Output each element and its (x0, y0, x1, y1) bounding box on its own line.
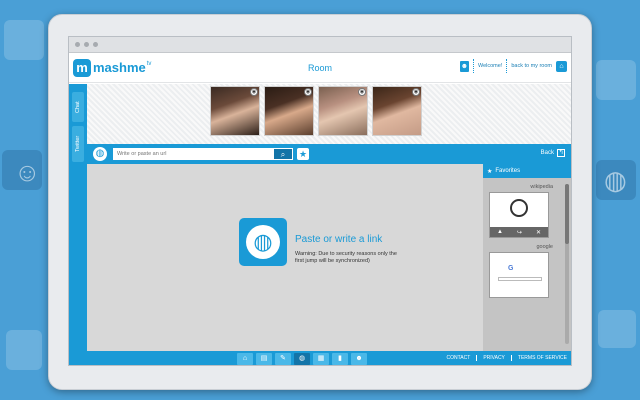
participant-video[interactable]: ◉ (210, 86, 260, 136)
participant-strip: ◉ ◉ ◉ ◉ (87, 84, 571, 144)
background-tile (598, 310, 636, 348)
header-actions: ☻ Welcome! back to my room ⌂ (459, 59, 567, 73)
contact-link[interactable]: CONTACT (447, 355, 471, 361)
tab-chat[interactable]: Chat (72, 92, 84, 122)
back-button[interactable]: Back ↰ (541, 149, 565, 157)
favorite-thumbnail[interactable]: ▲ ↪ ✕ (489, 192, 549, 238)
favorite-label: wikipedia (530, 184, 553, 190)
chat-icon: ☺ (14, 157, 41, 187)
globe-icon: ◍ (604, 165, 627, 195)
favorites-title: Favorites (495, 168, 521, 174)
favorites-header: ★ Favorites (483, 164, 571, 178)
search-icon[interactable]: ⌕ (273, 148, 293, 160)
camera-icon[interactable]: ◉ (250, 88, 258, 96)
window-dot[interactable] (75, 42, 80, 47)
privacy-link[interactable]: PRIVACY (483, 355, 505, 361)
globe-icon: ◍ (239, 218, 287, 266)
participant-video[interactable]: ◉ (318, 86, 368, 136)
favorite-controls: ▲ ↪ ✕ (490, 227, 548, 237)
camera-icon[interactable]: ◉ (358, 88, 366, 96)
divider (506, 59, 508, 73)
welcome-text: Welcome! (477, 63, 503, 69)
tab-twitter[interactable]: Twitter (72, 126, 84, 162)
background-tile (596, 60, 636, 100)
divider (476, 355, 478, 361)
divider (472, 59, 474, 73)
share-icon[interactable]: ↪ (517, 229, 522, 236)
favorites-panel: ★ Favorites wikipedia ▲ ↪ ✕ google G (483, 164, 571, 351)
logo-mark: m (73, 58, 91, 77)
participant-video[interactable]: ◉ (264, 86, 314, 136)
scrollbar[interactable] (565, 184, 569, 344)
google-logo-icon: G (508, 265, 514, 272)
camera-icon[interactable]: ◉ (412, 88, 420, 96)
chart-tool-icon[interactable]: ▮ (332, 353, 348, 365)
url-input[interactable] (113, 148, 273, 160)
empty-state-warning: Warning: Due to security reasons only th… (295, 251, 397, 264)
scrollbar-thumb[interactable] (565, 184, 569, 244)
main-area: Chat Twitter ◉ ◉ ◉ ◉ ◍ ⌕ ★ Back ↰ (69, 84, 571, 365)
side-tab-bar: Chat Twitter (69, 84, 87, 365)
background-tile (4, 20, 44, 60)
bottom-toolbar: ⌂ ▤ ✎ ◍ ▦ ▮ ☻ CONTACT PRIVACY TERMS OF S… (87, 351, 571, 365)
close-icon[interactable]: ✕ (536, 229, 541, 236)
edit-tool-icon[interactable]: ✎ (275, 353, 291, 365)
star-icon: ★ (487, 168, 493, 175)
home-tool-icon[interactable]: ⌂ (237, 353, 253, 365)
logo-superscript: tv (146, 60, 152, 67)
globe-icon[interactable]: ◍ (93, 147, 107, 161)
user-icon[interactable]: ☻ (459, 60, 469, 72)
app-header: m mashme tv Room ☻ Welcome! back to my r… (69, 53, 571, 83)
browser-chrome (69, 37, 571, 53)
participant-video[interactable]: ◉ (372, 86, 422, 136)
documents-tool-icon[interactable]: ▤ (256, 353, 272, 365)
empty-state-title: Paste or write a link (295, 234, 383, 245)
map-tool-icon[interactable]: ▦ (313, 353, 329, 365)
terms-link[interactable]: TERMS OF SERVICE (518, 355, 567, 361)
footer-links: CONTACT PRIVACY TERMS OF SERVICE (447, 355, 567, 361)
back-arrow-icon: ↰ (557, 149, 565, 157)
window-dot[interactable] (84, 42, 89, 47)
home-icon[interactable]: ⌂ (556, 60, 567, 72)
users-tool-icon[interactable]: ☻ (351, 353, 367, 365)
back-label: Back (540, 150, 554, 156)
favorite-label: google (536, 244, 553, 250)
favorite-thumbnail[interactable]: G (489, 252, 549, 298)
search-box-preview (498, 277, 542, 281)
empty-state: ◍ Paste or write a link Warning: Due to … (239, 218, 405, 266)
camera-icon[interactable]: ◉ (304, 88, 312, 96)
logo-text: mashme (93, 60, 146, 75)
browser-window: m mashme tv Room ☻ Welcome! back to my r… (68, 36, 572, 366)
move-icon[interactable]: ▲ (497, 229, 503, 235)
star-icon[interactable]: ★ (297, 148, 309, 160)
background-tile (6, 330, 42, 370)
globe-icon-inner: ◍ (246, 225, 280, 259)
window-dot[interactable] (93, 42, 98, 47)
back-to-room-link[interactable]: back to my room (511, 63, 552, 69)
toolbar-tools: ⌂ ▤ ✎ ◍ ▦ ▮ ☻ (237, 353, 367, 365)
browser-content: ◍ Paste or write a link Warning: Due to … (87, 164, 483, 351)
divider (510, 355, 512, 361)
browser-tool-icon[interactable]: ◍ (294, 353, 310, 365)
app-logo[interactable]: m mashme tv (73, 58, 152, 77)
url-bar: ◍ ⌕ ★ Back ↰ (87, 144, 571, 164)
play-icon (510, 199, 528, 217)
